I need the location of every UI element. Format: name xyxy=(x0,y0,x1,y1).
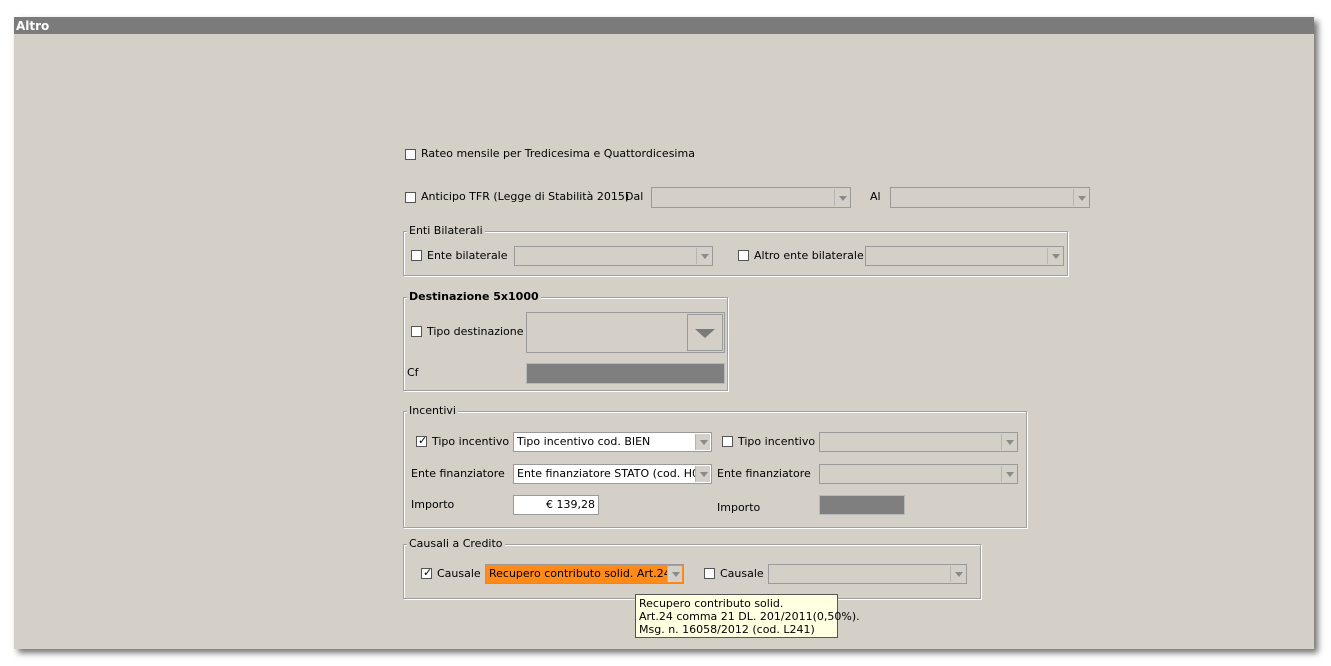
enti-bilaterali-legend: Enti Bilaterali xyxy=(407,224,485,238)
causale-select[interactable]: Recupero contributo solid. Art.24 xyxy=(485,564,684,584)
chevron-down-icon[interactable] xyxy=(695,466,710,482)
altro-ente-label: Altro ente bilaterale xyxy=(754,249,864,262)
al-select[interactable] xyxy=(890,187,1090,208)
importo-2-input[interactable] xyxy=(819,495,905,515)
tipo-incentivo-label: Tipo incentivo xyxy=(432,435,510,448)
dal-select[interactable] xyxy=(651,187,851,208)
altro-ente-select[interactable] xyxy=(865,246,1064,266)
causale-2-checkbox[interactable] xyxy=(704,568,715,579)
tooltip-line: Art.24 comma 21 DL. 201/2011(0,50%). xyxy=(639,610,860,623)
importo-2-label: Importo xyxy=(717,501,761,514)
ente-finanziatore-2-select[interactable] xyxy=(819,464,1018,484)
chevron-down-icon[interactable] xyxy=(687,314,723,351)
tipo-destinazione-label: Tipo destinazione xyxy=(427,325,524,338)
importo-label: Importo xyxy=(411,498,455,511)
ente-finanziatore-2-label: Ente finanziatore xyxy=(717,467,811,480)
cf-label: Cf xyxy=(407,366,419,379)
window-title: Altro xyxy=(14,17,1314,34)
checkmark-icon: ✓ xyxy=(423,566,433,579)
anticipo-tfr-checkbox[interactable] xyxy=(405,192,416,203)
tipo-destinazione-select[interactable] xyxy=(526,312,725,353)
tooltip-line: Msg. n. 16058/2012 (cod. L241) xyxy=(639,623,815,636)
importo-input[interactable]: € 139,28 xyxy=(513,495,599,515)
chevron-down-icon[interactable] xyxy=(950,566,965,582)
causale-tooltip: Recupero contributo solid. Art.24 comma … xyxy=(635,594,860,638)
causale-label: Causale xyxy=(437,567,481,580)
ente-bilaterale-select[interactable] xyxy=(514,246,713,266)
anticipo-tfr-label: Anticipo TFR (Legge di Stabilità 2015) xyxy=(421,190,630,203)
tooltip-line: Recupero contributo solid. xyxy=(639,597,784,610)
chevron-down-icon[interactable] xyxy=(696,248,711,264)
rateo-label: Rateo mensile per Tredicesima e Quattord… xyxy=(421,147,695,160)
chevron-down-icon[interactable] xyxy=(834,189,849,206)
causale-2-select[interactable] xyxy=(768,564,967,584)
rateo-checkbox[interactable] xyxy=(405,149,416,160)
ente-bilaterale-checkbox[interactable] xyxy=(411,250,422,261)
dal-label: Dal xyxy=(625,190,644,203)
tipo-incentivo-2-label: Tipo incentivo xyxy=(738,435,816,448)
altro-window: Altro Rateo mensile per Tredicesima e Qu… xyxy=(14,17,1314,649)
causale-checkbox[interactable]: ✓ xyxy=(421,566,433,579)
tipo-incentivo-2-select[interactable] xyxy=(819,432,1018,452)
chevron-down-icon[interactable] xyxy=(695,434,710,450)
tipo-destinazione-checkbox[interactable] xyxy=(411,326,422,337)
causale-value: Recupero contributo solid. Art.24 xyxy=(489,567,671,580)
chevron-down-icon[interactable] xyxy=(1047,248,1062,264)
tipo-incentivo-2-checkbox[interactable] xyxy=(722,436,733,447)
tipo-incentivo-value: Tipo incentivo cod. BIEN xyxy=(517,435,651,448)
ente-bilaterale-label: Ente bilaterale xyxy=(427,249,508,262)
chevron-down-icon[interactable] xyxy=(667,566,682,582)
tipo-incentivo-select[interactable]: Tipo incentivo cod. BIEN xyxy=(513,432,712,452)
ente-finanziatore-value: Ente finanziatore STATO (cod. H00) xyxy=(517,467,711,480)
chevron-down-icon[interactable] xyxy=(1001,466,1016,482)
causale-2-label: Causale xyxy=(720,567,764,580)
cf-input[interactable] xyxy=(526,363,725,384)
incentivi-legend: Incentivi xyxy=(407,404,458,418)
chevron-down-icon[interactable] xyxy=(1073,189,1088,206)
ente-finanziatore-label: Ente finanziatore xyxy=(411,467,505,480)
chevron-down-icon[interactable] xyxy=(1001,434,1016,450)
ente-finanziatore-select[interactable]: Ente finanziatore STATO (cod. H00) xyxy=(513,464,712,484)
tipo-incentivo-checkbox[interactable]: ✓ xyxy=(416,434,428,447)
checkmark-icon: ✓ xyxy=(418,434,428,447)
al-label: Al xyxy=(870,190,881,203)
destinazione-legend: Destinazione 5x1000 xyxy=(407,290,541,304)
altro-ente-checkbox[interactable] xyxy=(738,250,749,261)
causali-legend: Causali a Credito xyxy=(407,537,505,551)
